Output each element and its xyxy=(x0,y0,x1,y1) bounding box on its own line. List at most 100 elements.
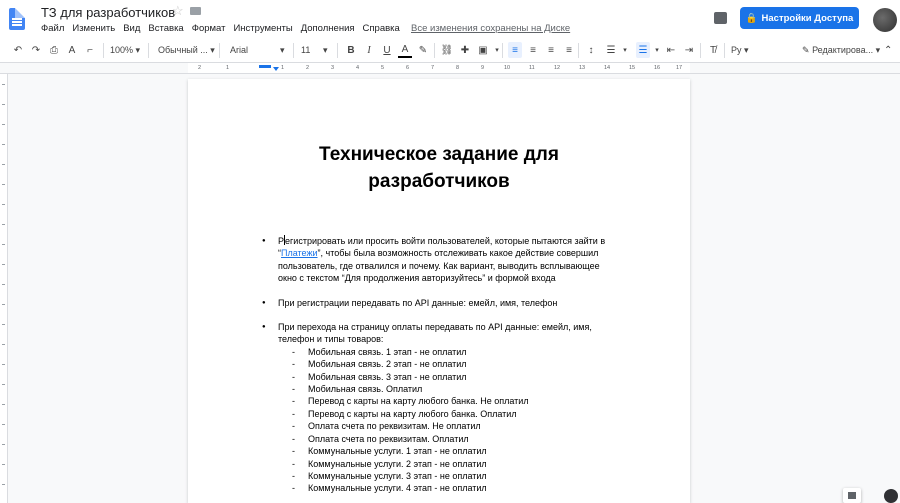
save-status-link[interactable]: Все изменения сохранены на Диске xyxy=(411,23,570,34)
text-run: ”, чтобы была возможность отслеживать ка… xyxy=(317,248,599,259)
increase-indent-icon[interactable]: ⇥ xyxy=(682,42,696,58)
style-value: Обычный ... xyxy=(158,45,208,55)
sub-list-item: - Перевод с карты на карту любого банка. … xyxy=(292,396,529,407)
ruler-label: 11 xyxy=(529,65,535,71)
sub-list-item: - Коммунальные услуги. 1 этап - не оплати… xyxy=(292,446,487,457)
print-icon[interactable]: ⎙ xyxy=(47,42,61,58)
bulleted-list-icon[interactable]: ☰ xyxy=(636,42,650,58)
sub-list-text: Мобильная связь. 3 этап - не оплатил xyxy=(308,371,467,382)
sub-list-text: Перевод с карты на карту любого банка. Н… xyxy=(308,396,529,407)
comment-add-icon[interactable]: ✚ xyxy=(458,42,472,58)
decrease-indent-icon[interactable]: ⇤ xyxy=(664,42,678,58)
ruler-label: 12 xyxy=(554,65,561,71)
redo-icon[interactable]: ↷ xyxy=(29,42,43,58)
highlight-icon[interactable]: ✎ xyxy=(416,42,430,58)
docs-logo-icon[interactable] xyxy=(9,8,25,30)
spellcheck-icon[interactable]: A xyxy=(65,42,79,58)
sub-list-item: - Коммунальные услуги. 2 этап - не оплати… xyxy=(292,458,487,469)
account-avatar[interactable] xyxy=(873,8,897,32)
lock-icon: 🔒 xyxy=(745,12,758,24)
ruler-label: 15 xyxy=(629,65,636,71)
share-button[interactable]: 🔒 Настройки Доступа xyxy=(740,7,859,29)
ruler-label: 8 xyxy=(456,65,460,71)
input-lang-value: Ру xyxy=(731,45,742,55)
list-item: При регистрации передавать по API данные… xyxy=(262,297,622,310)
list-item: При перехода на страницу оплаты передава… xyxy=(262,321,622,346)
line-spacing-icon[interactable]: ↕ xyxy=(584,42,598,58)
menu-help[interactable]: Справка xyxy=(363,23,400,34)
menu-tools[interactable]: Инструменты xyxy=(233,23,292,34)
font-select[interactable]: Arial ▾ xyxy=(230,42,285,58)
vertical-ruler[interactable] xyxy=(0,74,8,503)
checklist-dropdown-icon[interactable]: ▾ xyxy=(618,42,632,58)
align-right-icon[interactable]: ≡ xyxy=(544,42,558,58)
document-title[interactable]: ТЗ для разработчиков xyxy=(41,5,175,20)
sub-list-text: Перевод с карты на карту любого банка. О… xyxy=(308,408,517,419)
text-run: егистрировать или просить войти пользова… xyxy=(285,236,606,246)
share-button-label: Настройки Доступа xyxy=(761,12,854,24)
checklist-icon[interactable]: ☰ xyxy=(604,42,618,58)
zoom-value: 100% xyxy=(110,45,134,55)
sub-list-text: Оплата счета по реквизитам. Не оплатил xyxy=(308,421,481,432)
document-page[interactable]: Техническое задание для разработчиков Ре… xyxy=(188,79,690,503)
ruler-label: 10 xyxy=(504,65,511,71)
sub-list-item: - Коммунальные услуги. 3 этап - не оплати… xyxy=(292,470,487,481)
align-center-icon[interactable]: ≡ xyxy=(526,42,540,58)
menu-edit[interactable]: Изменить xyxy=(72,23,115,34)
style-select[interactable]: Обычный ... ▾ xyxy=(158,42,215,58)
input-tools-select[interactable]: Ру ▾ xyxy=(731,42,749,58)
sub-list-text: Мобильная связь. 2 этап - не оплатил xyxy=(308,359,467,370)
menu-insert[interactable]: Вставка xyxy=(148,23,183,34)
pencil-icon: ✎ xyxy=(802,44,810,55)
hide-menus-icon[interactable]: ⌃ xyxy=(884,42,892,58)
undo-icon[interactable]: ↶ xyxy=(11,42,25,58)
sub-list-item: - Мобильная связь. 1 этап - не оплатил xyxy=(292,346,467,357)
font-size-select[interactable]: 11 ▾ xyxy=(301,42,328,58)
text-run: При регистрации передавать по API данные… xyxy=(278,297,558,308)
text-color-icon[interactable]: A xyxy=(398,42,412,58)
menu-file[interactable]: Файл xyxy=(41,23,64,34)
top-bar: ТЗ для разработчиков ☆ Файл Изменить Вид… xyxy=(0,0,900,38)
paint-format-icon[interactable]: ⌐ xyxy=(83,42,97,58)
menu-format[interactable]: Формат xyxy=(192,23,226,34)
editing-mode-select[interactable]: ✎ Редактирова... ▾ xyxy=(802,42,880,58)
menu-bar: Файл Изменить Вид Вставка Формат Инструм… xyxy=(41,23,400,34)
explore-icon[interactable] xyxy=(843,488,861,503)
sub-list-text: Мобильная связь. 1 этап - не оплатил xyxy=(308,346,467,357)
heading-line-1: Техническое задание для xyxy=(319,144,559,165)
ruler-label: 14 xyxy=(604,65,611,71)
zoom-select[interactable]: 100% ▾ xyxy=(110,42,140,58)
insert-image-icon[interactable]: ▣ xyxy=(476,42,490,58)
star-icon[interactable]: ☆ xyxy=(172,3,184,19)
ruler-label: 2 xyxy=(306,65,310,71)
comments-icon[interactable] xyxy=(714,12,727,24)
horizontal-ruler[interactable]: 2 1 1 2 3 4 5 6 7 8 9 10 11 12 13 14 15 … xyxy=(0,63,900,74)
ruler-label: 1 xyxy=(226,65,230,71)
sub-list-item: - Мобильная связь. 2 этап - не оплатил xyxy=(292,359,467,370)
sub-list-item: - Мобильная связь. Оплатил xyxy=(292,384,423,395)
text-run: При перехода на страницу оплаты передава… xyxy=(278,322,592,333)
font-size-value: 11 xyxy=(301,45,311,55)
link-icon[interactable]: ⛓ xyxy=(440,42,454,58)
underline-icon[interactable]: U xyxy=(380,42,394,58)
menu-view[interactable]: Вид xyxy=(123,23,140,34)
sub-list-text: Коммунальные услуги. 3 этап - не оплатил xyxy=(308,470,487,481)
editing-mode-value: Редактирова... xyxy=(812,45,874,55)
ruler-label: 16 xyxy=(654,65,661,71)
document-heading[interactable]: Техническое задание для разработчиков xyxy=(188,141,690,195)
payments-link[interactable]: Платежи xyxy=(281,248,318,258)
align-left-icon[interactable]: ≡ xyxy=(508,42,522,58)
bold-icon[interactable]: B xyxy=(344,42,358,58)
left-indent-marker[interactable] xyxy=(273,67,279,71)
sub-list-text: Мобильная связь. Оплатил xyxy=(308,384,423,395)
formatting-toolbar: ↶ ↷ ⎙ A ⌐ 100% ▾ Обычный ... ▾ Arial ▾ 11… xyxy=(0,38,900,63)
menu-addons[interactable]: Дополнения xyxy=(301,23,355,34)
italic-icon[interactable]: I xyxy=(362,42,376,58)
bullet-dropdown-icon[interactable]: ▾ xyxy=(650,42,664,58)
first-line-indent-marker[interactable] xyxy=(259,65,271,68)
folder-icon[interactable] xyxy=(190,7,201,15)
clear-formatting-icon[interactable]: T̸ xyxy=(706,42,720,58)
sub-list-item: - Коммунальные услуги. 4 этап - не оплати… xyxy=(292,483,487,494)
align-justify-icon[interactable]: ≡ xyxy=(562,42,576,58)
document-body[interactable]: Регистрировать или просить войти пользов… xyxy=(262,235,622,495)
